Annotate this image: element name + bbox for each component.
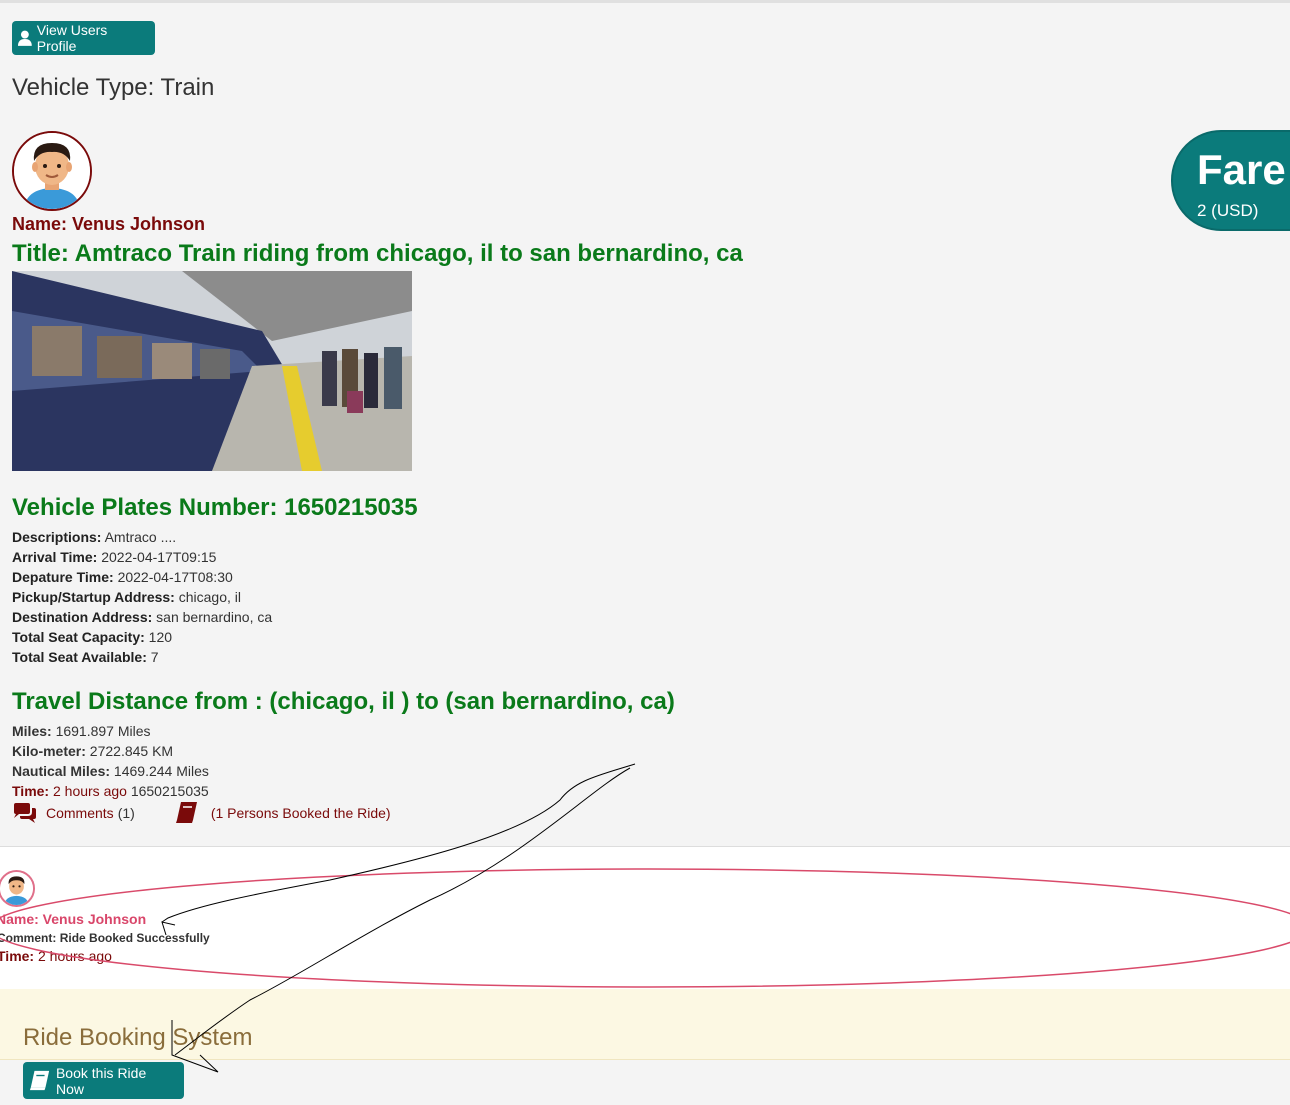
book-ride-button[interactable]: Book this Ride Now [23,1062,184,1099]
view-users-profile-button[interactable]: View Users Profile [12,21,155,55]
time-row: Time: 2 hours ago 1650215035 [12,783,209,799]
book-ride-label: Book this Ride Now [55,1064,147,1097]
comments-link[interactable]: Comments [46,805,114,821]
comments-count: (1) [117,805,135,821]
fare-amount: 2 (USD) [1197,201,1259,220]
detail-row: Pickup/Startup Address: chicago, il [12,589,242,605]
detail-row: Depature Time: 2022-04-17T08:30 [12,569,233,585]
booked-link[interactable]: (1 Persons Booked the Ride) [211,805,391,821]
vehicle-type: Vehicle Type: Train [12,74,215,101]
ride-details: Descriptions: Amtraco .... Arrival Time:… [12,527,272,667]
distance-row: Kilo-meter: 2722.845 KM [12,743,174,759]
detail-row: Total Seat Capacity: 120 [12,629,173,645]
distance-heading: Travel Distance from : (chicago, il ) to… [12,688,675,715]
distance-details: Miles: 1691.897 Miles Kilo-meter: 2722.8… [12,721,209,801]
driver-avatar [12,131,92,211]
vehicle-plates: Vehicle Plates Number: 1650215035 [12,494,418,521]
comment-text: Comment: Ride Booked Successfully [0,931,210,945]
view-profile-label: View Users Profile [36,22,108,54]
book-icon [29,1070,50,1090]
top-border [0,0,1290,3]
fare-badge: Fare 2 (USD) [1171,130,1290,231]
driver-name: Name: Venus Johnson [12,214,206,234]
detail-row: Destination Address: san bernardino, ca [12,609,273,625]
distance-row: Nautical Miles: 1469.244 Miles [12,763,209,779]
train-photo [12,271,412,471]
footer-title: Ride Booking System [23,1024,253,1051]
ride-actions: Comments (1) (1 Persons Booked the Ride) [12,802,391,824]
ride-title: Title: Amtraco Train riding from chicago… [12,240,743,267]
comment-time: Time: 2 hours ago [0,948,112,964]
detail-row: Descriptions: Amtraco .... [12,529,177,545]
comments-icon[interactable] [12,803,38,823]
comment-section [0,847,1290,989]
commenter-name: Name: Venus Johnson [0,911,147,927]
user-icon [18,30,32,46]
fare-label: Fare [1197,146,1286,193]
detail-row: Total Seat Available: 7 [12,649,159,665]
detail-row: Arrival Time: 2022-04-17T09:15 [12,549,217,565]
distance-row: Miles: 1691.897 Miles [12,723,151,739]
book-icon[interactable] [175,802,199,824]
